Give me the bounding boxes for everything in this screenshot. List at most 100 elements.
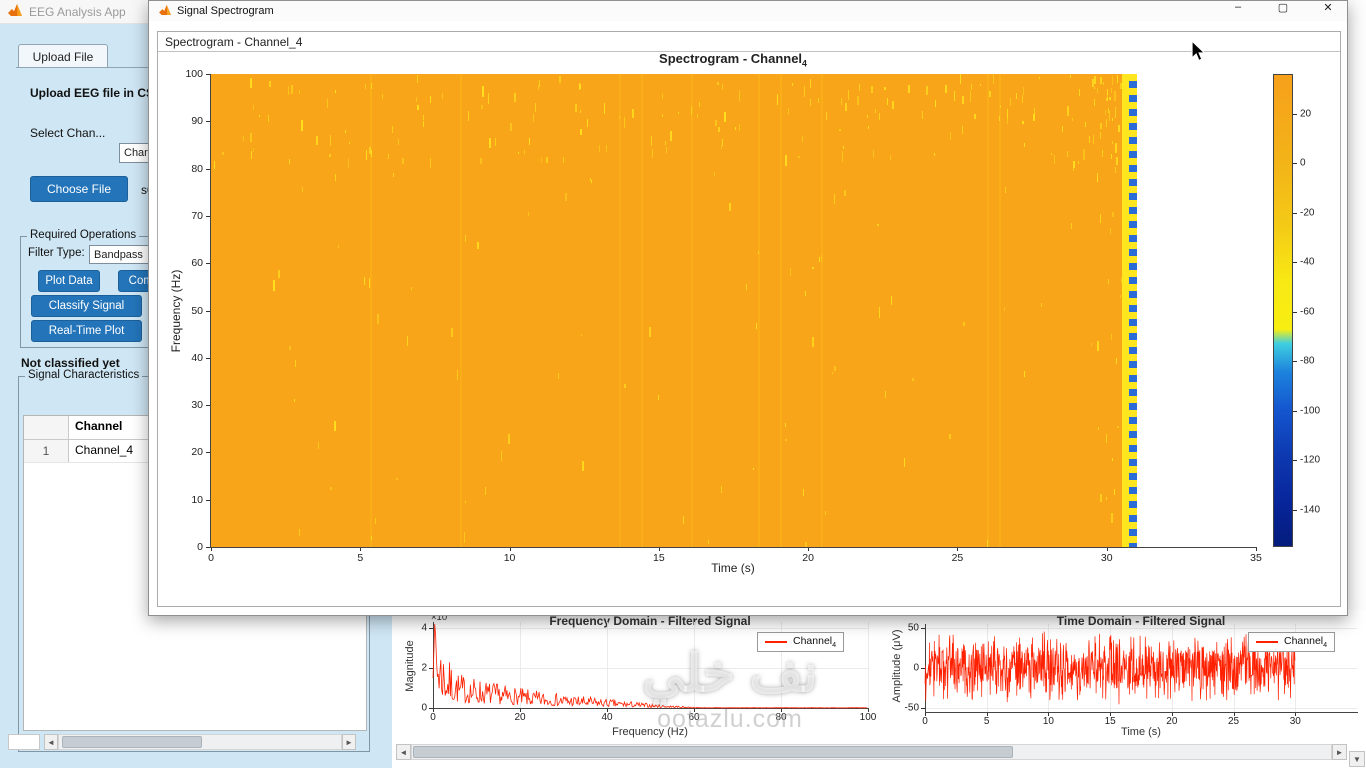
speckle (1102, 150, 1104, 157)
time-chart-legend[interactable]: Channel4 (1248, 632, 1336, 653)
speckle (845, 103, 848, 112)
speckle (329, 135, 331, 147)
speckle (677, 112, 679, 115)
speckle (465, 500, 467, 504)
speckle (1117, 425, 1120, 429)
speckle (662, 94, 664, 100)
speckle (752, 468, 754, 471)
maximize-button[interactable]: ▢ (1267, 1, 1299, 16)
plots-scroll-right-button[interactable]: ► (1332, 744, 1347, 760)
speckle (315, 135, 318, 145)
speckle (422, 120, 424, 128)
minimize-button[interactable]: – (1222, 1, 1254, 16)
speckle (911, 377, 914, 382)
spectrogram-xlabel: Time (s) (711, 561, 755, 575)
speckle (945, 85, 948, 93)
tab-upload-file-label: Upload File (32, 49, 94, 64)
speckle (802, 489, 804, 496)
speckle (1066, 150, 1068, 157)
classify-signal-button[interactable]: Classify Signal (31, 295, 142, 317)
right-arrow-icon: ► (345, 737, 353, 747)
speckle (476, 241, 479, 250)
speckle (392, 125, 394, 133)
plots-scroll-left-button[interactable]: ◄ (396, 744, 411, 760)
realtime-plot-button[interactable]: Real-Time Plot (31, 320, 142, 342)
spectrogram-ylabel: Frequency (Hz) (169, 269, 183, 353)
speckle (819, 256, 821, 262)
speckle (1107, 94, 1109, 99)
speckle (804, 541, 807, 547)
speckle (1113, 489, 1115, 495)
speckle (1054, 154, 1056, 164)
speckle (960, 74, 962, 85)
speckle (1097, 426, 1099, 431)
speckle (348, 157, 350, 169)
speckle (716, 82, 719, 86)
speckle (370, 83, 372, 89)
plot-data-button[interactable]: Plot Data (38, 270, 100, 292)
speckle (416, 96, 418, 103)
speckle (885, 390, 887, 398)
speckle (242, 135, 244, 142)
choose-file-button[interactable]: Choose File (30, 176, 128, 202)
speckle (1112, 211, 1115, 217)
table-scrollbar-corner (8, 734, 40, 750)
signal-characteristics-title: Signal Characteristics (25, 369, 143, 381)
speckle (933, 152, 935, 157)
speckle (714, 120, 717, 127)
speckle (387, 153, 389, 160)
speckle (652, 148, 654, 159)
plots-scrollbar-thumb[interactable] (413, 746, 1013, 758)
speckle (824, 510, 826, 515)
speckle (558, 372, 560, 379)
speckle (1010, 98, 1012, 107)
speckle (721, 145, 723, 149)
speckle (878, 112, 880, 121)
right-arrow-icon: ► (1335, 747, 1344, 757)
legend-line-sample (1256, 641, 1278, 644)
speckle (1111, 75, 1113, 86)
matlab-app-icon (8, 3, 22, 21)
speckle (278, 269, 281, 278)
faint-column (999, 74, 1002, 547)
table-scroll-right-button[interactable]: ► (342, 734, 356, 750)
table-scroll-left-button[interactable]: ◄ (44, 734, 58, 750)
speckle (789, 267, 791, 277)
speckle (1115, 156, 1118, 166)
speckle (580, 129, 582, 136)
speckle (734, 126, 736, 131)
speckle (441, 93, 443, 100)
speckle (665, 147, 667, 154)
speckle (832, 372, 833, 375)
speckle (599, 145, 601, 153)
speckle (812, 267, 815, 270)
speckle (401, 158, 404, 164)
speckle (253, 105, 255, 110)
speckle (1021, 121, 1024, 125)
speckle (708, 539, 710, 545)
table-scrollbar-thumb[interactable] (62, 736, 202, 748)
close-button[interactable]: ✕ (1312, 1, 1344, 16)
speckle (821, 255, 823, 262)
speckle (833, 366, 836, 372)
spectrogram-window-titlebar[interactable]: Signal Spectrogram (149, 1, 1347, 21)
speckle (480, 158, 482, 165)
x-tick-label: 100 (859, 712, 877, 723)
frequency-chart-legend[interactable]: Channel4 (757, 632, 845, 653)
spectrogram-window-title: Signal Spectrogram (177, 5, 274, 17)
speckle (1111, 153, 1113, 159)
speckle (518, 152, 520, 155)
speckle (1073, 160, 1076, 168)
speckle (721, 139, 723, 146)
speckle (250, 150, 252, 159)
speckle (581, 461, 584, 472)
speckle (580, 83, 582, 89)
speckle (1093, 134, 1095, 145)
tab-upload-file[interactable]: Upload File (18, 44, 108, 68)
speckle (884, 87, 887, 90)
row-number-cell: 1 (24, 440, 69, 462)
speckle (580, 333, 582, 337)
speckle (575, 104, 578, 112)
vertical-scroll-down-button[interactable]: ▼ (1349, 751, 1365, 767)
speckle (334, 90, 336, 94)
